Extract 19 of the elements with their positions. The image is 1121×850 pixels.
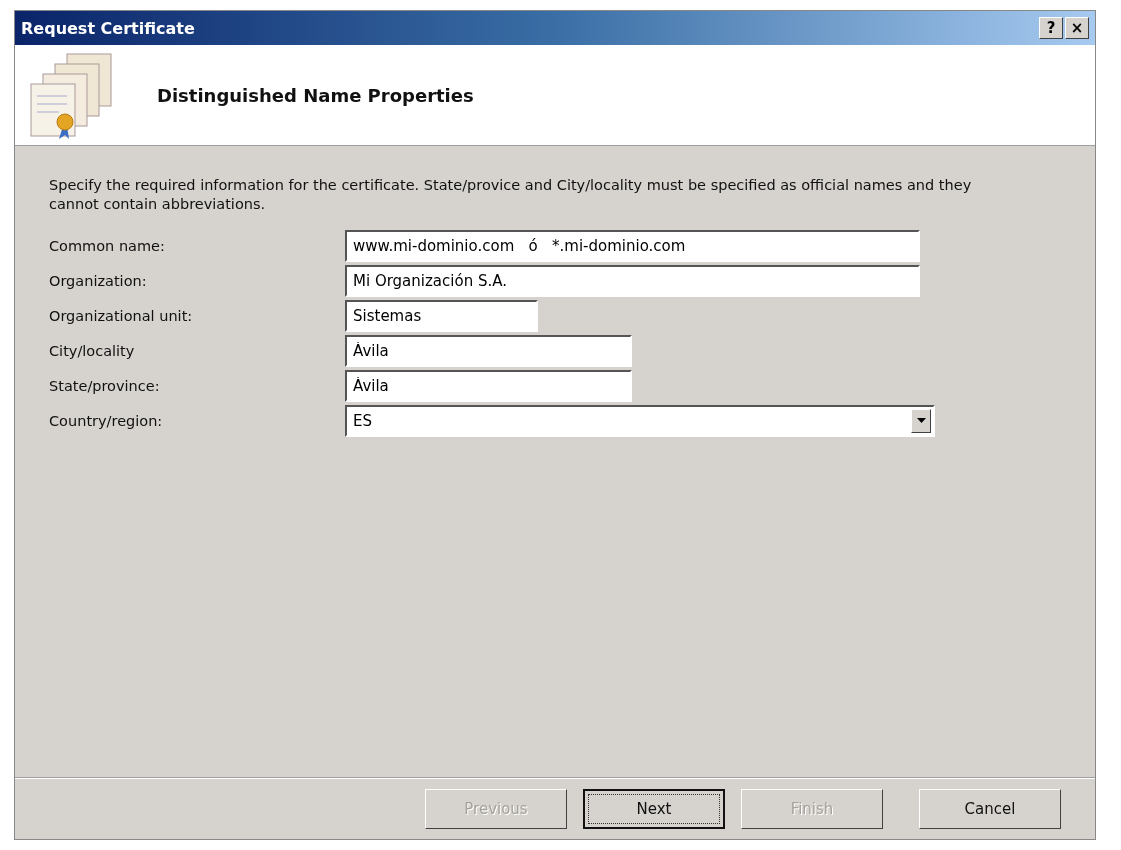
dropdown-field[interactable]: ES — [345, 405, 935, 437]
field-label: City/locality — [49, 343, 136, 359]
field-label: Organizational unit: — [49, 308, 194, 324]
page-heading: Distinguished Name Properties — [157, 84, 474, 106]
field-label: Common name: — [49, 238, 166, 254]
text-field[interactable]: www.mi-dominio.com ó *.mi-dominio.com — [345, 230, 920, 262]
field-label: Country/region: — [49, 413, 164, 429]
text-field[interactable]: Ávila — [345, 335, 632, 367]
close-button[interactable]: × — [1065, 17, 1089, 39]
text-field[interactable]: Ávila — [345, 370, 632, 402]
window-title: Request Certificate — [21, 18, 195, 38]
text-field[interactable]: Mi Organización S.A. — [345, 265, 920, 297]
instructions-text: Specify the required information for the certificate. State/provice and City/locality must be specified as official names and they cannot contain abbreviations. — [49, 176, 973, 214]
field-label: State/province: — [49, 378, 161, 394]
wizard-button[interactable]: Next — [583, 789, 725, 829]
help-button[interactable]: ? — [1039, 17, 1063, 39]
text-field[interactable]: Sistemas — [345, 300, 538, 332]
wizard-button[interactable]: Cancel — [919, 789, 1061, 829]
field-label: Organization: — [49, 273, 148, 289]
